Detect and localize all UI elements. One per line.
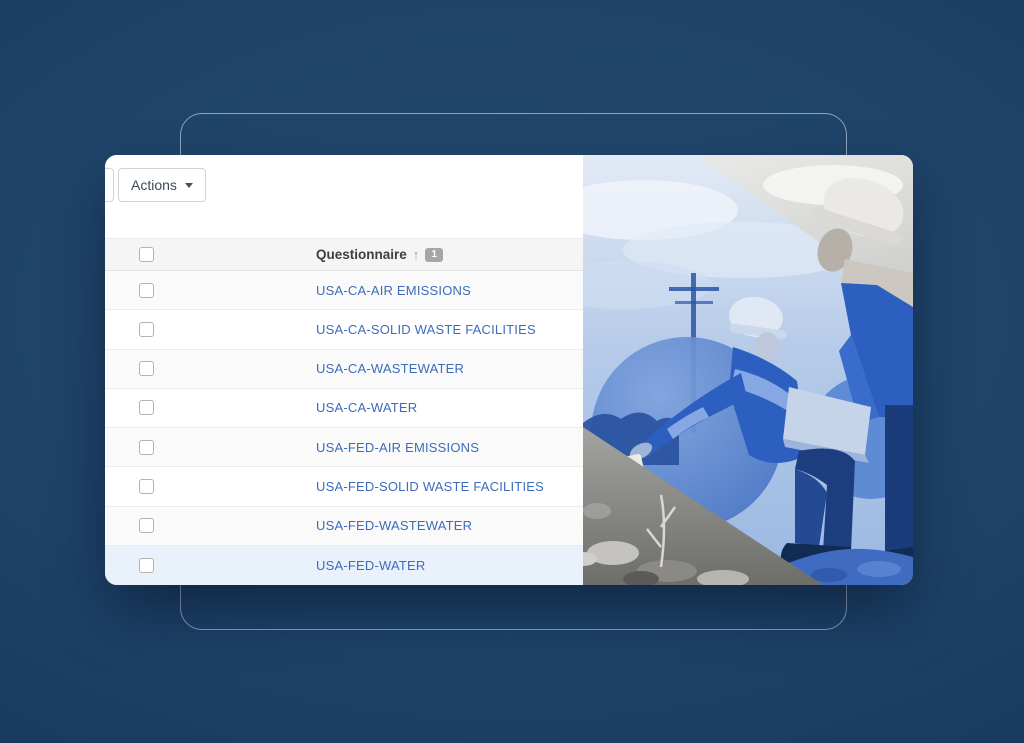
table-header-row: Questionnaire ↑ 1 <box>105 238 583 271</box>
table-row: USA-FED-SOLID WASTE FACILITIES <box>105 467 583 506</box>
column-header-label: Questionnaire <box>316 247 407 262</box>
row-checkbox[interactable] <box>139 518 154 533</box>
caret-down-icon <box>185 183 193 188</box>
row-checkbox[interactable] <box>139 479 154 494</box>
row-checkbox[interactable] <box>139 558 154 573</box>
select-all-cell <box>105 247 316 262</box>
questionnaire-link[interactable]: USA-FED-SOLID WASTE FACILITIES <box>316 479 544 494</box>
questionnaire-link[interactable]: USA-FED-AIR EMISSIONS <box>316 440 479 455</box>
column-header-questionnaire[interactable]: Questionnaire ↑ 1 <box>316 247 443 262</box>
table-row: USA-FED-AIR EMISSIONS <box>105 428 583 467</box>
questionnaire-link[interactable]: USA-FED-WASTEWATER <box>316 518 472 533</box>
actions-button-label: Actions <box>131 177 177 193</box>
table-row: USA-CA-SOLID WASTE FACILITIES <box>105 310 583 349</box>
select-all-checkbox[interactable] <box>139 247 154 262</box>
table-row: USA-CA-AIR EMISSIONS <box>105 271 583 310</box>
questionnaire-table-pane: Actions Questionnaire ↑ 1 USA-CA-AIR EMI… <box>105 155 583 585</box>
questionnaire-link[interactable]: USA-CA-SOLID WASTE FACILITIES <box>316 322 536 337</box>
row-checkbox[interactable] <box>139 400 154 415</box>
field-workers-photo <box>583 155 913 585</box>
row-checkbox[interactable] <box>139 361 154 376</box>
row-checkbox[interactable] <box>139 440 154 455</box>
clipped-button-fragment[interactable] <box>105 168 114 202</box>
toolbar: Actions <box>105 155 583 238</box>
sort-ascending-icon: ↑ <box>413 248 420 261</box>
table-row: USA-CA-WASTEWATER <box>105 350 583 389</box>
questionnaire-link[interactable]: USA-CA-AIR EMISSIONS <box>316 283 471 298</box>
app-background: Actions Questionnaire ↑ 1 USA-CA-AIR EMI… <box>0 0 1024 743</box>
questionnaire-link[interactable]: USA-FED-WATER <box>316 558 425 573</box>
questionnaire-link[interactable]: USA-CA-WATER <box>316 400 417 415</box>
questionnaire-card: Actions Questionnaire ↑ 1 USA-CA-AIR EMI… <box>105 155 913 585</box>
actions-button[interactable]: Actions <box>118 168 206 202</box>
table-row: USA-FED-WASTEWATER <box>105 507 583 546</box>
row-checkbox[interactable] <box>139 322 154 337</box>
row-checkbox[interactable] <box>139 283 154 298</box>
table-row-highlighted: USA-FED-WATER <box>105 546 583 585</box>
table-row: USA-CA-WATER <box>105 389 583 428</box>
worker-photo-illustration <box>583 155 913 585</box>
questionnaire-link[interactable]: USA-CA-WASTEWATER <box>316 361 464 376</box>
sort-order-badge: 1 <box>425 248 443 262</box>
